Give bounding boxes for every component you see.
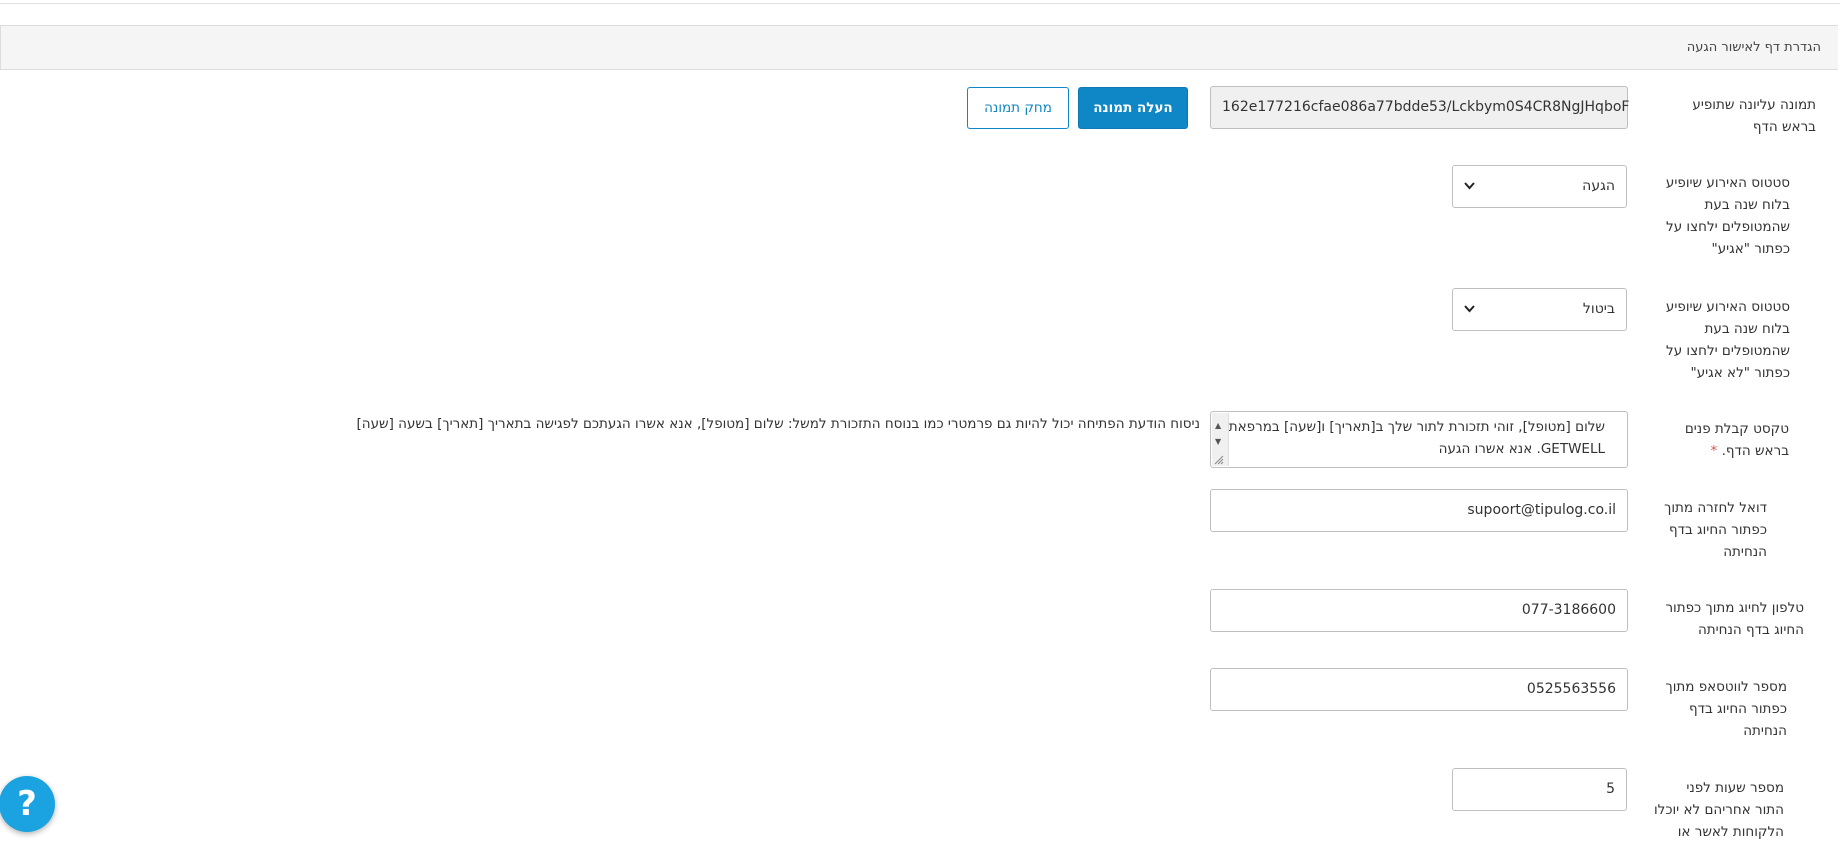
required-mark: *: [1710, 443, 1718, 459]
email-label: דואל לחזרה מתוך כפתור החיוג בדף הנחיתה: [1664, 500, 1767, 560]
phone-field[interactable]: 077-3186600: [1210, 589, 1628, 632]
top-image-label: תמונה עליונה שתופיע בראש הדף: [1692, 97, 1816, 135]
hours-before-field[interactable]: 5: [1452, 768, 1627, 811]
help-button[interactable]: ?: [0, 776, 55, 832]
panel-title: הגדרת דף לאישור הגעה: [1686, 40, 1821, 55]
delete-image-button[interactable]: מחק תמונה: [967, 87, 1069, 129]
whatsapp-field[interactable]: 0525563556: [1210, 668, 1628, 711]
welcome-text-label-text: טקסט קבלת פנים בראש הדף.: [1684, 421, 1789, 459]
top-image-path-field[interactable]: 162e177216cfae086a77bdde53/Lckbym0S4CR8N…: [1210, 86, 1629, 129]
upload-image-button[interactable]: העלה תמונה: [1078, 87, 1188, 129]
welcome-text-textarea[interactable]: שלום [מטופל], זוהי תזכורת לתור שלך ב[תאר…: [1210, 411, 1628, 468]
arrive-status-label: סטטוס האירוע שיופיע בלוח שנה בעת שהמטופל…: [1665, 175, 1790, 257]
email-field[interactable]: supoort@tipulog.co.il: [1210, 489, 1628, 532]
not-arrive-status-select[interactable]: ביטול: [1452, 288, 1627, 331]
panel-header: הגדרת דף לאישור הגעה: [0, 25, 1838, 70]
welcome-text-label: טקסט קבלת פנים בראש הדף. *: [1649, 418, 1789, 462]
whatsapp-label: מספר לווטסאפ מתוך כפתור החיוג בדף הנחיתה: [1665, 679, 1787, 739]
top-divider: [0, 0, 1840, 4]
not-arrive-status-value: ביטול: [1582, 301, 1615, 317]
arrive-status-select[interactable]: הגעה: [1452, 165, 1627, 208]
phone-label: טלפון לחיוג מתוך כפתור החיוג בדף הנחיתה: [1665, 600, 1804, 638]
welcome-text-help: ניסוח הודעת הפתיחה יכול להיות גם פרמטרי …: [356, 416, 1201, 432]
resize-handle-icon[interactable]: [1214, 455, 1224, 465]
arrive-status-value: הגעה: [1582, 178, 1615, 194]
chevron-down-icon: [1464, 305, 1475, 313]
chevron-down-icon: [1464, 182, 1475, 190]
hours-before-label: מספר שעות לפני התור אחריהם לא יוכלו הלקו…: [1653, 780, 1784, 840]
scroll-down-icon[interactable]: ▼: [1215, 431, 1221, 453]
welcome-text-value: שלום [מטופל], זוהי תזכורת לתור שלך ב[תאר…: [1228, 419, 1605, 457]
not-arrive-status-label: סטטוס האירוע שיופיע בלוח שנה בעת שהמטופל…: [1665, 299, 1790, 381]
